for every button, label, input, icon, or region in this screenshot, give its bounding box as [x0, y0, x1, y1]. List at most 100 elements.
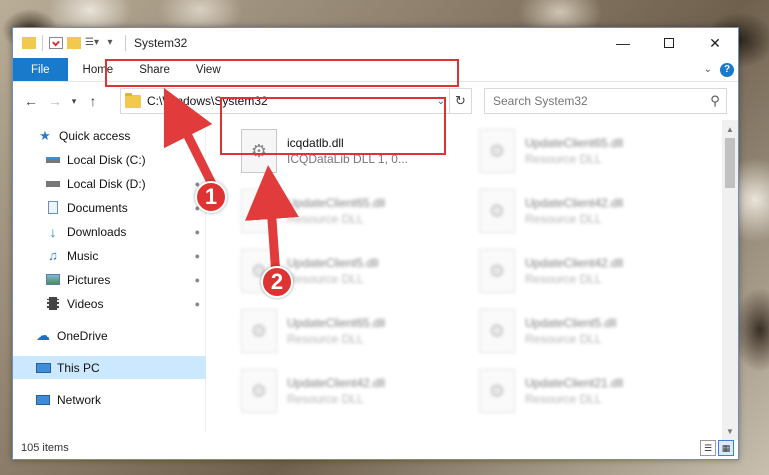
- list-item[interactable]: ⚙ UpdateClient5.dll Resource DLL: [479, 306, 719, 356]
- sidebar-item-local-disk-d[interactable]: Local Disk (D:) ●: [13, 172, 206, 195]
- ribbon-tabs: File Home Share View ⌄ ?: [13, 58, 738, 82]
- expand-ribbon-icon[interactable]: ⌄: [704, 64, 712, 75]
- chevron-down-icon[interactable]: ⌄: [433, 96, 449, 107]
- scroll-up-icon[interactable]: ▲: [722, 122, 738, 136]
- list-item[interactable]: ⚙ UpdateClient42.dll Resource DLL: [241, 366, 481, 416]
- address-bar[interactable]: C:\Windows\System32 ⌄ ↻: [120, 88, 472, 114]
- list-item[interactable]: ⚙ UpdateClient42.dll Resource DLL: [479, 186, 719, 236]
- sidebar-item-local-disk-c[interactable]: Local Disk (C:) ●: [13, 148, 206, 171]
- file-description: Resource DLL: [287, 212, 364, 226]
- help-icon[interactable]: ?: [720, 62, 734, 77]
- sidebar-item-label: Downloads: [67, 224, 127, 239]
- sidebar-item-this-pc[interactable]: This PC: [13, 356, 206, 379]
- sidebar-item-label: Local Disk (C:): [67, 152, 146, 167]
- ribbon-right-controls: ⌄ ?: [704, 58, 738, 81]
- maximize-button[interactable]: [646, 28, 692, 58]
- list-item[interactable]: ⚙ UpdateClient65.dll Resource DLL: [479, 126, 719, 176]
- pin-icon[interactable]: ●: [195, 227, 200, 237]
- quick-access-toolbar: ☰▾ ▾: [13, 35, 117, 51]
- tiles-view-icon[interactable]: ▦: [718, 440, 734, 456]
- dll-file-icon: ⚙: [479, 189, 515, 233]
- item-count: 105 items: [21, 442, 69, 454]
- scroll-down-icon[interactable]: ▼: [722, 424, 738, 438]
- dll-file-icon: ⚙: [241, 309, 277, 353]
- sidebar-item-downloads[interactable]: ↓ Downloads ●: [13, 220, 206, 243]
- file-name: UpdateClient65.dll: [287, 196, 386, 210]
- search-box[interactable]: ⚲: [484, 88, 727, 114]
- refresh-button[interactable]: ↻: [449, 89, 471, 113]
- dll-file-icon: ⚙: [479, 369, 515, 413]
- forward-button[interactable]: →: [43, 89, 67, 113]
- sidebar-item-onedrive[interactable]: ☁ OneDrive: [13, 324, 206, 347]
- search-input[interactable]: [493, 94, 704, 108]
- dll-file-icon: ⚙: [241, 369, 277, 413]
- pin-icon[interactable]: ●: [195, 251, 200, 261]
- vertical-scrollbar[interactable]: ▲ ▼: [722, 120, 738, 440]
- file-name: UpdateClient65.dll: [287, 316, 386, 330]
- address-path[interactable]: C:\Windows\System32: [147, 94, 433, 108]
- drive-icon: [45, 177, 61, 191]
- sidebar-item-label: Pictures: [67, 272, 111, 287]
- file-name: UpdateClient5.dll: [525, 316, 617, 330]
- window-controls: — ✕: [600, 28, 738, 58]
- file-name: UpdateClient21.dll: [525, 376, 624, 390]
- tab-file[interactable]: File: [13, 58, 68, 81]
- list-item[interactable]: ⚙ UpdateClient21.dll Resource DLL: [479, 366, 719, 416]
- close-icon: ✕: [709, 34, 721, 51]
- sidebar-item-label: Network: [57, 392, 102, 407]
- minimize-button[interactable]: —: [600, 28, 646, 58]
- view-switcher: ☰ ▦: [700, 440, 734, 456]
- back-button[interactable]: ←: [19, 89, 43, 113]
- chevron-down-icon: ▾: [71, 95, 77, 106]
- file-description: Resource DLL: [287, 332, 364, 346]
- file-name: UpdateClient42.dll: [287, 376, 386, 390]
- tab-home[interactable]: Home: [70, 58, 127, 81]
- music-icon: ♫: [48, 248, 58, 263]
- download-icon: ↓: [49, 223, 57, 240]
- sidebar-item-label: Local Disk (D:): [67, 176, 146, 191]
- sidebar-item-label: This PC: [57, 360, 100, 375]
- file-description: ICQDataLib DLL 1, 0...: [287, 152, 408, 166]
- title-divider: [125, 35, 126, 51]
- list-item[interactable]: ⚙ UpdateClient65.dll Resource DLL: [241, 306, 481, 356]
- list-item[interactable]: ⚙ UpdateClient65.dll Resource DLL: [241, 186, 481, 236]
- up-button[interactable]: ↑: [81, 89, 105, 113]
- list-item[interactable]: ⚙ UpdateClient42.dll Resource DLL: [479, 246, 719, 296]
- refresh-icon: ↻: [455, 93, 466, 108]
- pin-icon[interactable]: ●: [195, 155, 200, 165]
- file-item-highlighted[interactable]: ⚙ icqdatlb.dll ICQDataLib DLL 1, 0...: [241, 126, 481, 176]
- file-description: Resource DLL: [525, 392, 602, 406]
- dll-file-icon: ⚙: [479, 249, 515, 293]
- sidebar-item-quick-access[interactable]: ★ Quick access: [13, 124, 206, 147]
- folder-icon[interactable]: [22, 37, 36, 49]
- sidebar-item-videos[interactable]: Videos ●: [13, 292, 206, 315]
- new-folder-icon[interactable]: [67, 37, 81, 49]
- tab-view[interactable]: View: [183, 58, 234, 81]
- sidebar-item-label: Videos: [67, 296, 104, 311]
- step-callout-1: 1: [195, 181, 227, 213]
- video-icon: [45, 297, 61, 311]
- folder-icon: [125, 92, 141, 108]
- pin-icon[interactable]: ●: [195, 275, 200, 285]
- navigation-pane: ★ Quick access Local Disk (C:) ● Local D…: [13, 120, 206, 432]
- tab-share[interactable]: Share: [126, 58, 183, 81]
- sidebar-item-music[interactable]: ♫ Music ●: [13, 244, 206, 267]
- recent-locations-button[interactable]: ▾: [67, 89, 81, 113]
- sidebar-item-pictures[interactable]: Pictures ●: [13, 268, 206, 291]
- details-view-icon[interactable]: ☰: [700, 440, 716, 456]
- dll-file-icon: ⚙: [479, 129, 515, 173]
- sidebar-item-documents[interactable]: Documents ●: [13, 196, 206, 219]
- maximize-icon: [664, 38, 674, 48]
- customize-toolbar-icon[interactable]: ☰▾: [85, 37, 99, 49]
- search-icon[interactable]: ⚲: [704, 93, 726, 109]
- sidebar-item-network[interactable]: Network: [13, 388, 206, 411]
- properties-icon[interactable]: [49, 37, 63, 49]
- pin-icon[interactable]: ●: [195, 299, 200, 309]
- chevron-down-icon[interactable]: ▾: [103, 37, 117, 49]
- sidebar-item-label: Music: [67, 248, 99, 263]
- arrow-right-icon: →: [48, 93, 62, 109]
- dll-file-icon: ⚙: [241, 189, 277, 233]
- file-description: Resource DLL: [525, 332, 602, 346]
- close-button[interactable]: ✕: [692, 28, 738, 58]
- scroll-thumb[interactable]: [725, 138, 735, 188]
